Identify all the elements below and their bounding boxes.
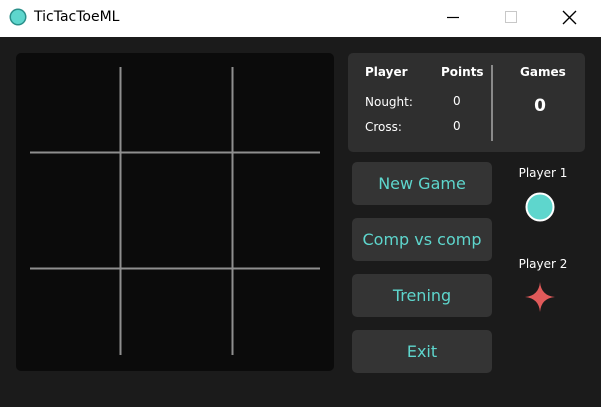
training-button[interactable]: Trening bbox=[352, 274, 492, 317]
maximize-icon bbox=[505, 11, 517, 23]
board-cell[interactable] bbox=[228, 265, 334, 371]
new-game-button[interactable]: New Game bbox=[352, 162, 492, 205]
score-panel: Player Points Nought: 0 Cross: 0 Games 0 bbox=[348, 53, 585, 152]
title-bar[interactable]: TicTacToeML bbox=[0, 0, 601, 37]
board-cell[interactable] bbox=[122, 159, 228, 265]
player1-label: Player 1 bbox=[518, 166, 568, 180]
minimize-icon bbox=[447, 16, 459, 19]
cross-label: Cross: bbox=[365, 120, 402, 134]
player-column-header: Player bbox=[365, 65, 408, 79]
window-title: TicTacToeML bbox=[34, 9, 120, 25]
score-divider bbox=[491, 65, 493, 141]
close-icon bbox=[562, 10, 577, 25]
minimize-button[interactable] bbox=[431, 0, 477, 37]
exit-button[interactable]: Exit bbox=[352, 330, 492, 373]
board-cell[interactable] bbox=[16, 265, 122, 371]
circle-logo-icon bbox=[9, 8, 27, 26]
points-column-header: Points bbox=[441, 65, 484, 79]
nought-points: 0 bbox=[453, 94, 461, 108]
comp-vs-comp-button[interactable]: Comp vs comp bbox=[352, 218, 492, 261]
games-header: Games bbox=[520, 65, 566, 79]
maximize-button[interactable] bbox=[488, 0, 534, 37]
nought-label: Nought: bbox=[365, 95, 413, 109]
board-cell[interactable] bbox=[228, 159, 334, 265]
nought-circle-icon bbox=[525, 192, 555, 222]
game-board bbox=[16, 53, 334, 371]
board-cell[interactable] bbox=[16, 53, 122, 159]
games-count: 0 bbox=[534, 96, 546, 116]
cross-star-icon bbox=[525, 282, 555, 312]
board-cell[interactable] bbox=[122, 265, 228, 371]
cross-points: 0 bbox=[453, 119, 461, 133]
app-window: TicTacToeML Player Points Nought: 0 Cros… bbox=[0, 0, 601, 407]
player2-label: Player 2 bbox=[518, 257, 568, 271]
board-cell[interactable] bbox=[122, 53, 228, 159]
board-cell[interactable] bbox=[228, 53, 334, 159]
close-button[interactable] bbox=[546, 0, 592, 37]
board-cell[interactable] bbox=[16, 159, 122, 265]
